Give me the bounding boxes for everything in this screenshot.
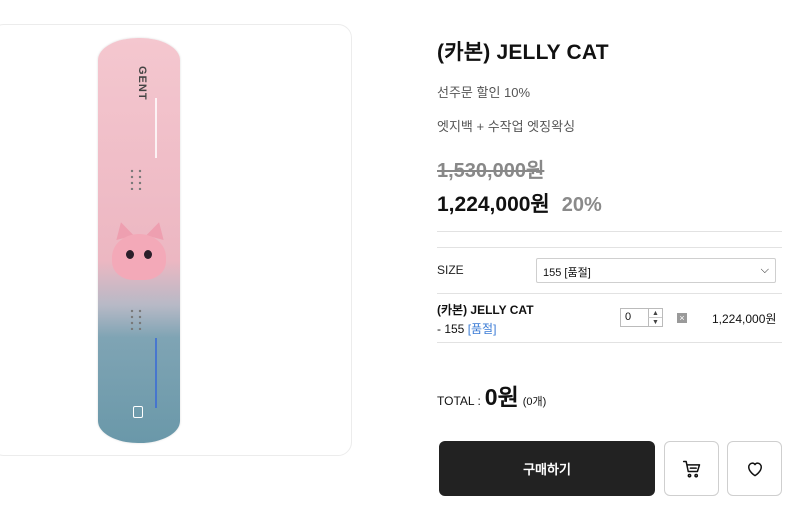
chevron-down-icon: ⌵ [760,264,769,276]
divider [437,247,782,248]
quantity-decrease-icon[interactable]: ▼ [648,318,662,327]
cart-icon [682,460,700,478]
total-label: TOTAL : [437,394,481,408]
selected-option-variant: - 155 [품절] [437,320,496,337]
wishlist-button[interactable] [727,441,782,496]
board-stripe-top [155,98,157,158]
total-row: TOTAL : 0원 (0개) [437,378,546,412]
product-image-snowboard: GENT [98,38,180,443]
cat-eye-left [126,250,134,259]
binding-inserts-top [128,168,144,190]
size-label: SIZE [437,263,464,277]
preorder-discount-note: 선주문 할인 10% [437,85,531,100]
cat-illustration [106,216,172,280]
size-select-value: 155 [품절] [543,267,591,279]
discount-rate: 20% [561,194,602,216]
sale-price: 1,224,000원 [437,193,550,216]
buy-now-button[interactable]: 구매하기 [439,441,655,496]
sale-price-row: 1,224,000원 20% [437,188,602,218]
cat-body [112,234,166,280]
product-title: (카본) JELLY CAT [437,41,609,64]
cat-eye-right [144,250,152,259]
binding-inserts-bottom [128,308,144,330]
divider [437,293,782,294]
divider [437,342,782,343]
selected-option-price: 1,224,000원 [712,312,777,326]
close-icon[interactable]: × [677,313,687,323]
selected-option-status: [품절] [467,322,497,336]
divider [437,231,782,232]
board-logo: GENT [136,66,148,101]
quantity-input[interactable]: 0 [625,311,631,323]
service-note: 엣지백 + 수작업 엣징왁싱 [437,119,576,134]
total-amount: 0원 [484,384,519,410]
selected-option-name: (카본) JELLY CAT [437,303,534,317]
board-stripe-bottom [155,338,157,408]
add-to-cart-button[interactable] [664,441,719,496]
total-count: (0개) [522,396,547,408]
size-select[interactable]: 155 [품절] ⌵ [536,258,776,283]
selected-option-size: - 155 [437,322,468,336]
quantity-increase-icon[interactable]: ▲ [648,309,662,318]
original-price: 1,530,000원 [437,160,545,182]
heart-icon [747,461,762,476]
quantity-stepper[interactable]: 0 ▲ ▼ [620,308,663,327]
board-badge-icon [133,406,143,418]
